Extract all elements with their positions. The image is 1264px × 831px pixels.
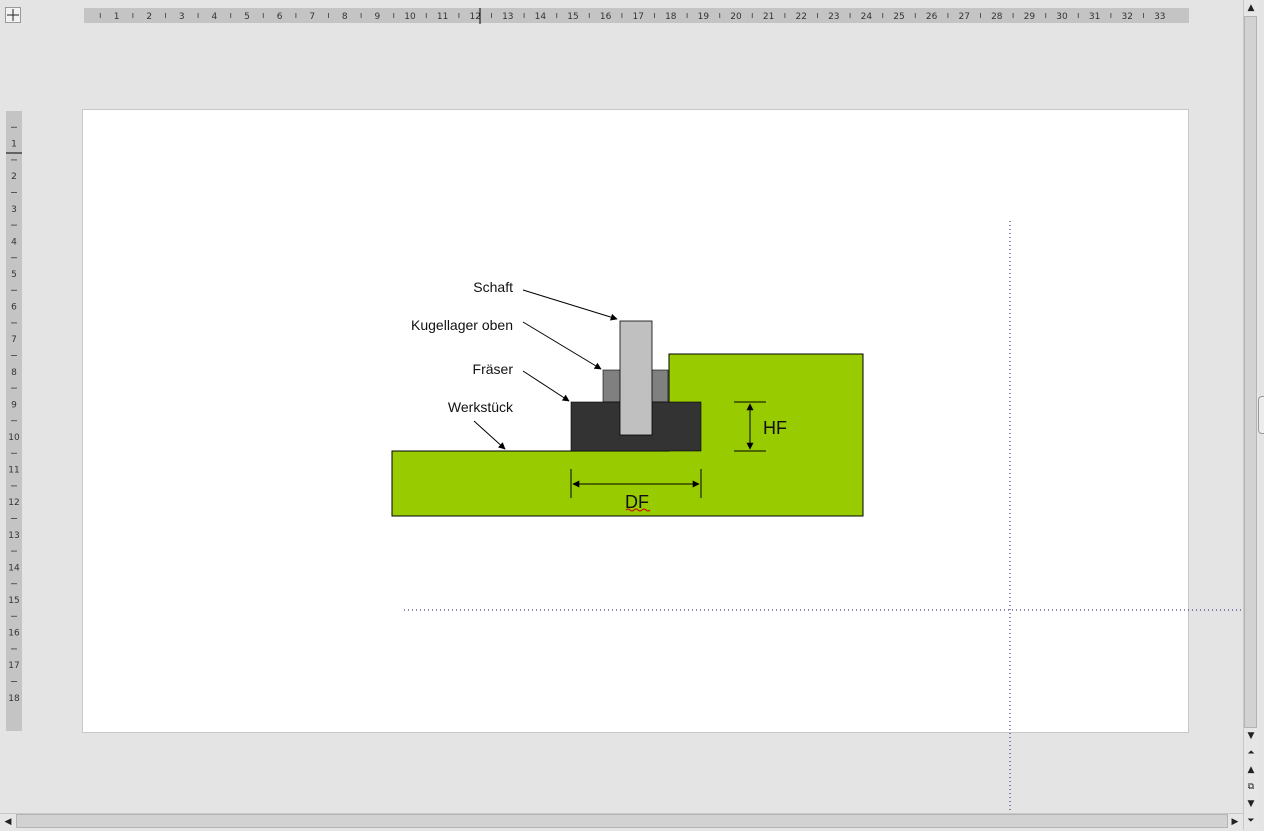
werkstueck-arrow[interactable] (473, 420, 506, 450)
horizontal-ruler-label: 27 (958, 12, 969, 22)
horizontal-ruler-label: 26 (926, 12, 938, 22)
horizontal-ruler-label: 24 (861, 12, 873, 22)
fraeser-label: Fräser (473, 361, 514, 377)
horizontal-ruler-label: 25 (893, 12, 904, 22)
scroll-up-icon[interactable]: ▲ (1244, 1, 1258, 15)
horizontal-ruler-label: 10 (404, 12, 416, 22)
horizontal-ruler-label: 33 (1154, 12, 1165, 22)
vertical-ruler-label: 16 (8, 629, 20, 639)
kugellager-arrow[interactable] (522, 321, 602, 370)
schaft-arrow[interactable] (522, 289, 618, 321)
horizontal-ruler-label: 21 (763, 12, 774, 22)
horizontal-ruler-label: 29 (1024, 12, 1036, 22)
first-page-icon[interactable]: ⏶ (1244, 746, 1258, 760)
horizontal-ruler-label: 2 (146, 12, 152, 22)
horizontal-ruler-label: 13 (502, 12, 513, 22)
vertical-ruler-label: 4 (11, 237, 17, 247)
horizontal-ruler-label: 23 (828, 12, 839, 22)
scroll-down-icon[interactable]: ▼ (1244, 729, 1258, 743)
schaft-label: Schaft (473, 279, 513, 295)
vertical-ruler-label: 3 (11, 205, 17, 215)
horizontal-ruler-label: 3 (179, 12, 185, 22)
vertical-ruler-label: 14 (8, 563, 20, 573)
hf-label: HF (763, 418, 787, 438)
horizontal-ruler-label: 32 (1121, 12, 1132, 22)
drawing-canvas: 1 2 3 4 5 6 7 8 9 10 11 12 13 14 15 16 17 18 19 20 21 22 23 24 2… (6, 8, 1243, 812)
vertical-ruler-label: 10 (8, 433, 20, 443)
vertical-ruler-label: 17 (8, 661, 19, 671)
horizontal-ruler-label: 11 (437, 12, 448, 22)
horizontal-ruler-label: 22 (795, 12, 806, 22)
vertical-ruler-label: 18 (8, 694, 20, 704)
horizontal-ruler-label: 17 (632, 12, 643, 22)
vertical-ruler-label: 8 (11, 368, 17, 378)
horizontal-ruler-label: 1 (114, 12, 120, 22)
scroll-left-icon[interactable]: ◀ (1, 815, 15, 829)
vertical-ruler-label: 13 (8, 531, 19, 541)
vertical-ruler-label: 9 (11, 400, 17, 410)
horizontal-ruler-label: 4 (212, 12, 218, 22)
horizontal-ruler-label: 5 (244, 12, 250, 22)
horizontal-ruler-label: 20 (730, 12, 742, 22)
horizontal-ruler-label: 31 (1089, 12, 1100, 22)
last-page-icon[interactable]: ⏷ (1244, 814, 1258, 828)
horizontal-ruler-ticks: 1 2 3 4 5 6 7 8 9 10 11 12 13 14 15 16 17 18 19 20 21 22 23 24 2… (99, 12, 1166, 22)
vertical-ruler-label: 12 (8, 498, 19, 508)
horizontal-ruler-label: 9 (375, 12, 381, 22)
navigator-icon[interactable]: ⧉ (1244, 780, 1258, 794)
vertical-ruler-label: 11 (8, 466, 19, 476)
horizontal-ruler-label: 19 (698, 12, 710, 22)
vertical-ruler-label: 1 (11, 140, 17, 150)
previous-page-icon[interactable]: ▲ (1244, 763, 1258, 777)
werkstueck-label: Werkstück (448, 399, 514, 415)
vertical-scrollbar-thumb[interactable] (1244, 16, 1257, 728)
horizontal-ruler-label: 12 (469, 12, 480, 22)
horizontal-ruler-label: 30 (1056, 12, 1068, 22)
scroll-right-icon[interactable]: ▶ (1228, 815, 1242, 829)
horizontal-ruler-label: 7 (309, 12, 315, 22)
vertical-ruler-label: 6 (11, 303, 17, 313)
shaft-shape[interactable] (619, 320, 653, 436)
vertical-ruler-ticks: 123456789101112131415161718 (8, 126, 20, 704)
horizontal-ruler-label: 14 (535, 12, 547, 22)
horizontal-ruler-label: 8 (342, 12, 348, 22)
next-page-icon[interactable]: ▼ (1244, 797, 1258, 811)
horizontal-ruler-label: 15 (567, 12, 578, 22)
vertical-ruler-label: 15 (8, 596, 19, 606)
horizontal-scrollbar-thumb[interactable] (16, 814, 1228, 828)
vertical-ruler-label: 7 (11, 335, 17, 345)
fraeser-arrow[interactable] (522, 370, 570, 402)
kugellager-label: Kugellager oben (411, 317, 513, 333)
vertical-ruler-label: 5 (11, 270, 17, 280)
horizontal-ruler-label: 16 (600, 12, 612, 22)
vertical-ruler-label: 2 (11, 172, 17, 182)
horizontal-ruler-label: 6 (277, 12, 283, 22)
horizontal-ruler-label: 28 (991, 12, 1003, 22)
horizontal-ruler-label: 18 (665, 12, 677, 22)
sidebar-toggle-handle[interactable] (1258, 396, 1264, 434)
